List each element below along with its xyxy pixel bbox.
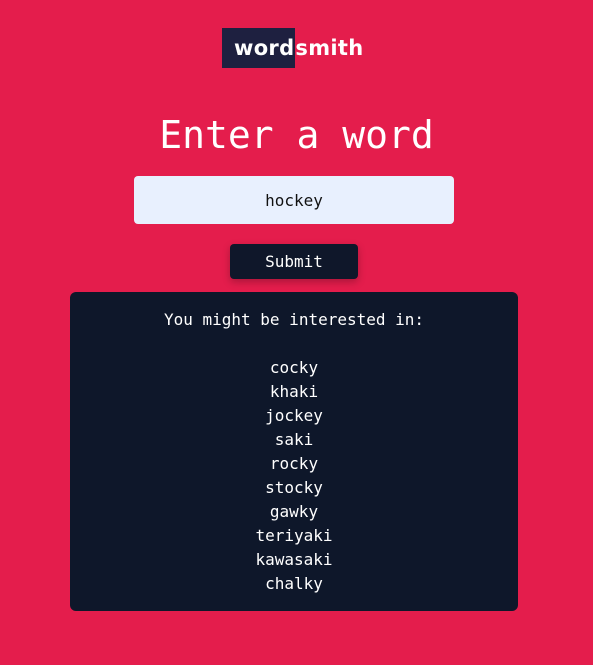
result-word: jockey [265,406,323,425]
word-input[interactable] [134,176,454,224]
result-word: cocky [269,358,319,377]
result-word: rocky [269,454,319,473]
result-word: kawasaki [255,550,333,569]
result-word: stocky [265,478,323,497]
result-word: khaki [269,382,319,401]
results-title: You might be interested in: [163,310,425,329]
page-title: Enter a word [159,113,434,157]
result-word: gawky [269,502,319,521]
logo-highlight: word [222,28,296,68]
submit-button[interactable]: Submit [230,244,358,279]
results-panel: You might be interested in: cocky khaki … [70,292,518,611]
result-word: saki [274,430,314,449]
logo-rest: smith [295,36,364,60]
wordsmith-logo: word smith [222,28,364,68]
results-list: cocky khaki jockey saki rocky stocky gaw… [70,356,518,596]
result-word: chalky [265,574,323,593]
result-word: teriyaki [255,526,333,545]
